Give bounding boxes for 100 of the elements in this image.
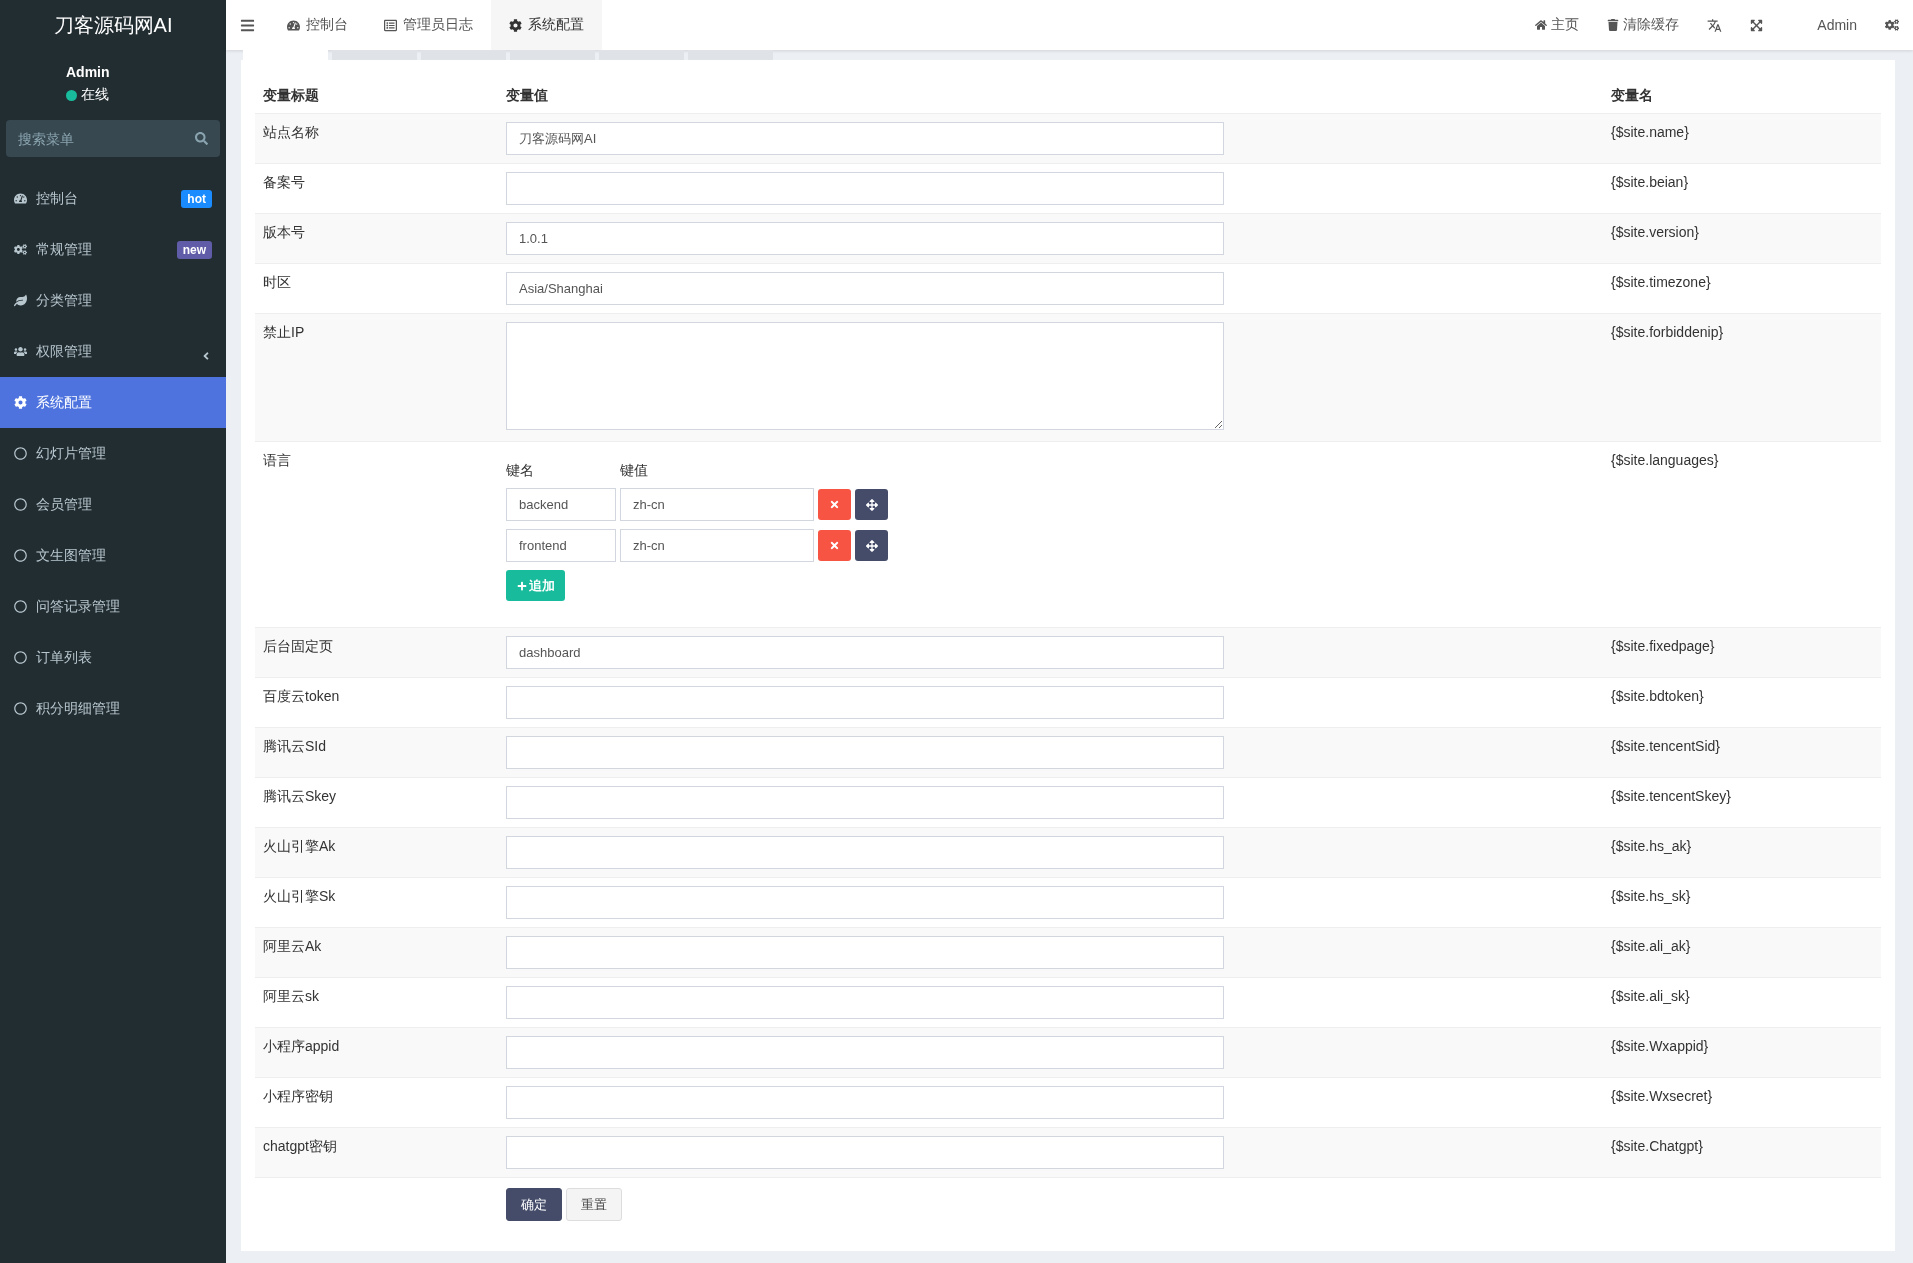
input-field[interactable]: 1.0.1 bbox=[506, 222, 1224, 255]
variable-name: {$site.Chatgpt} bbox=[1611, 1137, 1704, 1156]
column-header: 键值 bbox=[620, 462, 649, 480]
sidebar-item[interactable]: 常规管理 new bbox=[0, 224, 226, 275]
search-icon bbox=[195, 132, 208, 145]
input-field[interactable] bbox=[506, 786, 1224, 819]
gear-icon bbox=[509, 18, 522, 32]
variable-name: {$site.ali_ak} bbox=[1611, 937, 1692, 956]
variable-name: {$site.languages} bbox=[1611, 451, 1720, 470]
sidebar-item[interactable]: 会员管理 bbox=[0, 479, 226, 530]
translate-icon[interactable] bbox=[1707, 17, 1723, 33]
sidebar-item[interactable]: 控制台 hot bbox=[0, 173, 226, 224]
input-field[interactable]: Asia/Shanghai bbox=[506, 272, 1224, 305]
variable-name: {$site.tencentSid} bbox=[1611, 737, 1721, 756]
field-label: 站点名称 bbox=[263, 123, 320, 142]
input-field[interactable] bbox=[506, 936, 1224, 969]
field-label: 阿里云sk bbox=[263, 987, 320, 1006]
drag-button[interactable] bbox=[855, 489, 888, 520]
field-label: 火山引擎Ak bbox=[263, 837, 337, 856]
field-label: 腾讯云SId bbox=[263, 737, 327, 756]
field-label: 语言 bbox=[263, 451, 292, 470]
home-icon bbox=[1535, 19, 1548, 31]
fullscreen-icon[interactable] bbox=[1750, 18, 1764, 32]
user-name: Admin bbox=[66, 64, 111, 80]
variable-name: {$site.beian} bbox=[1611, 173, 1690, 192]
trash-icon bbox=[1607, 19, 1620, 31]
sidebar-item[interactable]: 积分明细管理 bbox=[0, 683, 226, 734]
field-label: 时区 bbox=[263, 273, 292, 292]
variable-name: {$site.version} bbox=[1611, 223, 1700, 242]
move-icon bbox=[865, 539, 878, 552]
input-field[interactable] bbox=[506, 1086, 1224, 1119]
sidebar-item[interactable]: 权限管理 bbox=[0, 326, 226, 377]
field-label: 小程序密钥 bbox=[263, 1087, 334, 1106]
variable-name: {$site.forbiddenip} bbox=[1611, 323, 1725, 342]
config-tab[interactable] bbox=[332, 50, 417, 60]
column-header: 变量名 bbox=[1611, 86, 1654, 105]
variable-name: {$site.ali_sk} bbox=[1611, 987, 1691, 1006]
input-field[interactable] bbox=[506, 836, 1224, 869]
field-label: 备案号 bbox=[263, 173, 306, 192]
nav-tab[interactable]: 系统配置 bbox=[491, 0, 602, 50]
input-field[interactable]: zh-cn bbox=[620, 488, 814, 521]
variable-name: {$site.Wxsecret} bbox=[1611, 1087, 1714, 1106]
column-header: 变量值 bbox=[506, 86, 549, 105]
input-field[interactable]: zh-cn bbox=[620, 529, 814, 562]
input-field[interactable] bbox=[506, 172, 1224, 205]
menu-badge: new bbox=[176, 240, 212, 259]
sidebar-item[interactable]: 系统配置 bbox=[0, 377, 226, 428]
field-label: 版本号 bbox=[263, 223, 306, 242]
search-field[interactable]: 搜索菜单 bbox=[6, 120, 220, 157]
input-field[interactable] bbox=[506, 1136, 1224, 1169]
leaf-icon bbox=[14, 294, 27, 307]
config-tab[interactable] bbox=[688, 50, 773, 60]
input-field[interactable] bbox=[506, 736, 1224, 769]
input-field[interactable] bbox=[506, 986, 1224, 1019]
variable-name: {$site.timezone} bbox=[1611, 273, 1712, 292]
sidebar-item[interactable]: 文生图管理 bbox=[0, 530, 226, 581]
field-label: 百度云token bbox=[263, 687, 341, 706]
dashboard-icon bbox=[14, 192, 27, 205]
config-tab[interactable] bbox=[510, 50, 595, 60]
input-field[interactable]: 刀客源码网AI bbox=[506, 122, 1224, 155]
toolbar-link[interactable]: 主页 bbox=[1521, 16, 1594, 34]
field-label: 腾讯云Skey bbox=[263, 787, 338, 806]
sidebar-item[interactable]: 幻灯片管理 bbox=[0, 428, 226, 479]
variable-name: {$site.fixedpage} bbox=[1611, 637, 1716, 656]
field-label: 小程序appid bbox=[263, 1037, 341, 1056]
field-label: 阿里云Ak bbox=[263, 937, 323, 956]
sidebar-item[interactable]: 问答记录管理 bbox=[0, 581, 226, 632]
gears-icon[interactable] bbox=[1885, 18, 1899, 32]
input-field[interactable]: frontend bbox=[506, 529, 616, 562]
list-icon bbox=[384, 18, 397, 32]
variable-name: {$site.bdtoken} bbox=[1611, 687, 1705, 706]
user-menu[interactable]: Admin bbox=[1777, 17, 1871, 33]
sidebar-item[interactable]: 订单列表 bbox=[0, 632, 226, 683]
config-tab[interactable] bbox=[599, 50, 684, 60]
input-field[interactable] bbox=[506, 886, 1224, 919]
field-label: 禁止IP bbox=[263, 323, 306, 342]
nav-tab[interactable]: 控制台 bbox=[269, 0, 366, 50]
gears-icon bbox=[14, 243, 27, 256]
variable-name: {$site.name} bbox=[1611, 123, 1690, 142]
status-text: 在线 bbox=[81, 86, 109, 104]
input-field[interactable]: dashboard bbox=[506, 636, 1224, 669]
input-field[interactable] bbox=[506, 686, 1224, 719]
config-tab[interactable] bbox=[421, 50, 506, 60]
sidebar-item[interactable]: 分类管理 bbox=[0, 275, 226, 326]
menu-icon[interactable] bbox=[240, 17, 255, 33]
plus-icon bbox=[516, 580, 527, 591]
users-icon bbox=[14, 345, 27, 358]
move-icon bbox=[865, 498, 878, 511]
field-label: 火山引擎Sk bbox=[263, 887, 337, 906]
submit-button[interactable]: 确定 bbox=[506, 1188, 562, 1221]
logo-text: 刀客源码网AI bbox=[52, 12, 174, 38]
input-field[interactable]: backend bbox=[506, 488, 616, 521]
nav-tab[interactable]: 管理员日志 bbox=[366, 0, 491, 50]
drag-button[interactable] bbox=[855, 530, 888, 561]
toolbar-link[interactable]: 清除缓存 bbox=[1593, 16, 1694, 34]
text-area[interactable] bbox=[506, 322, 1224, 430]
column-header: 变量标题 bbox=[263, 86, 320, 105]
reset-button[interactable]: 重置 bbox=[566, 1188, 622, 1221]
variable-name: {$site.hs_ak} bbox=[1611, 837, 1693, 856]
input-field[interactable] bbox=[506, 1036, 1224, 1069]
